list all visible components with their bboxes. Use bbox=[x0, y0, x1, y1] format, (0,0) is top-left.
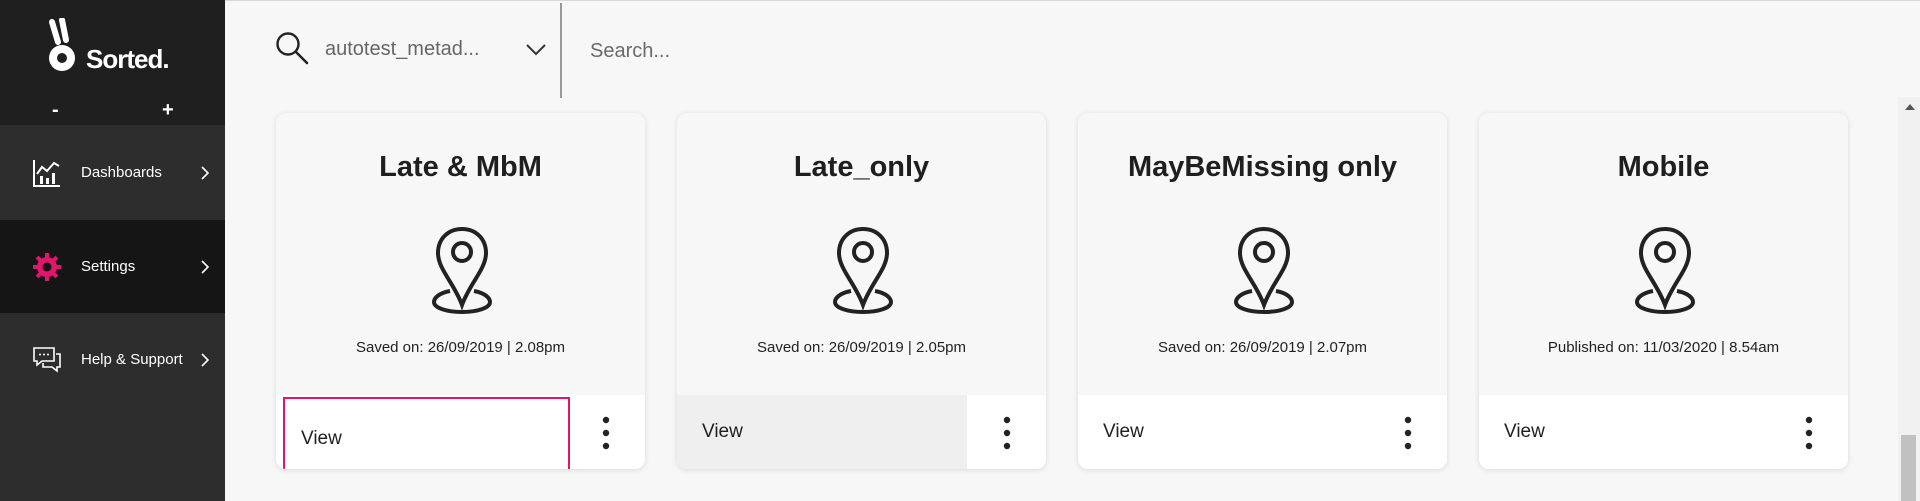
location-pin-icon bbox=[832, 226, 894, 315]
sorted-logo-icon bbox=[49, 18, 75, 71]
chevron-right-icon bbox=[201, 352, 210, 367]
search-input[interactable] bbox=[590, 31, 1190, 71]
view-button[interactable]: View bbox=[283, 397, 570, 469]
organisation-select[interactable]: autotest_metad... bbox=[325, 38, 480, 61]
more-options-icon[interactable] bbox=[596, 415, 616, 451]
card-footer: View bbox=[1078, 395, 1447, 469]
card-saved-date: Saved on: 26/09/2019 | 2.08pm bbox=[355, 339, 566, 356]
chevron-down-icon[interactable] bbox=[525, 43, 547, 57]
view-card: MayBeMissing only Saved on: 26/09/2019 |… bbox=[1078, 113, 1447, 469]
chevron-right-icon bbox=[201, 259, 210, 274]
more-options-icon[interactable] bbox=[1398, 415, 1418, 451]
chart-icon bbox=[33, 159, 60, 187]
card-title: MayBeMissing only bbox=[1127, 151, 1398, 183]
card-footer: View bbox=[276, 395, 645, 469]
scrollbar-thumb[interactable] bbox=[1901, 435, 1916, 501]
scroll-up-arrow-icon[interactable] bbox=[1905, 104, 1915, 110]
search-icon[interactable] bbox=[275, 31, 309, 65]
more-options-icon[interactable] bbox=[997, 415, 1017, 451]
sidebar-item-label: Settings bbox=[81, 258, 136, 275]
sidebar-item-dashboards[interactable]: Dashboards bbox=[0, 126, 225, 219]
view-button[interactable]: View bbox=[677, 395, 967, 469]
more-options-icon[interactable] bbox=[1799, 415, 1819, 451]
card-saved-date: Saved on: 26/09/2019 | 2.07pm bbox=[1157, 339, 1368, 356]
sidebar-item-label: Help & Support bbox=[81, 351, 183, 368]
card-footer: View bbox=[677, 395, 1046, 469]
location-pin-icon bbox=[431, 226, 493, 315]
sidebar-item-help-support[interactable]: Help & Support bbox=[0, 313, 225, 406]
sidebar: Sorted. - + Dashboards Settings Help & S… bbox=[0, 0, 225, 501]
sidebar-item-label: Dashboards bbox=[81, 164, 162, 181]
sidebar-item-settings[interactable]: Settings bbox=[0, 220, 225, 313]
card-published-date: Published on: 11/03/2020 | 8.54am bbox=[1547, 339, 1780, 356]
card-title: Late_only bbox=[793, 151, 930, 183]
card-title: Mobile bbox=[1617, 151, 1710, 183]
location-pin-icon bbox=[1233, 226, 1295, 315]
location-pin-icon bbox=[1634, 226, 1696, 315]
gear-icon bbox=[33, 252, 61, 281]
card-footer: View bbox=[1479, 395, 1848, 469]
chevron-right-icon bbox=[201, 165, 210, 180]
view-card: Mobile Published on: 11/03/2020 | 8.54am… bbox=[1479, 113, 1848, 469]
divider bbox=[560, 3, 562, 98]
logo[interactable]: Sorted. bbox=[0, 0, 225, 97]
view-button[interactable]: View bbox=[1078, 395, 1368, 469]
zoom-controls: - + bbox=[0, 97, 225, 125]
chat-icon bbox=[33, 346, 61, 373]
view-card: Late_only Saved on: 26/09/2019 | 2.05pm … bbox=[677, 113, 1046, 469]
view-button[interactable]: View bbox=[1479, 395, 1769, 469]
view-card: Late & MbM Saved on: 26/09/2019 | 2.08pm… bbox=[276, 113, 645, 469]
zoom-in-button[interactable]: + bbox=[162, 99, 174, 122]
logo-text: Sorted. bbox=[86, 44, 170, 74]
card-saved-date: Saved on: 26/09/2019 | 2.05pm bbox=[756, 339, 967, 356]
zoom-out-button[interactable]: - bbox=[52, 99, 59, 122]
card-title: Late & MbM bbox=[379, 151, 542, 183]
top-bar: autotest_metad... bbox=[225, 0, 1920, 98]
